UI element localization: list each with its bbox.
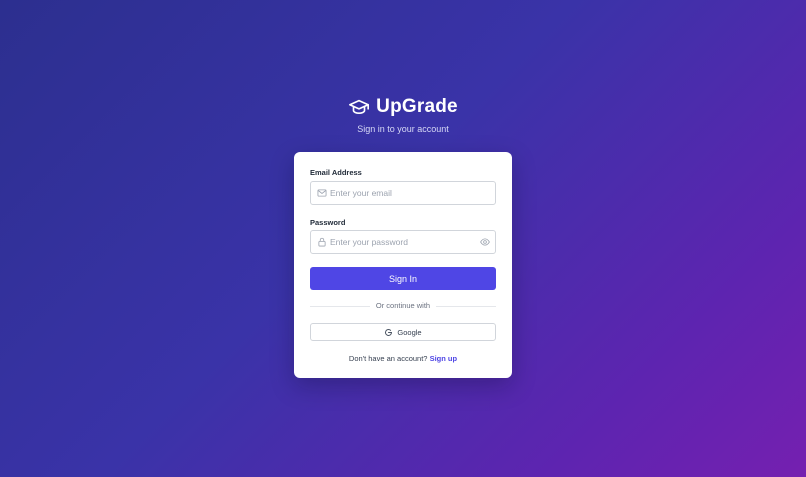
app-name: UpGrade	[376, 96, 458, 117]
sign-in-button[interactable]: Sign In	[310, 267, 496, 290]
divider: Or continue with	[310, 301, 496, 311]
google-icon	[385, 328, 393, 336]
page-subtitle: Sign in to your account	[357, 124, 449, 134]
email-input[interactable]	[330, 182, 480, 204]
google-sign-in-button[interactable]: Google	[310, 323, 496, 341]
login-card: Email Address Password Sign In Or contin…	[294, 152, 512, 378]
sign-up-link[interactable]: Sign up	[430, 354, 458, 363]
email-input-wrapper	[310, 181, 496, 205]
signup-prompt: Don't have an account? Sign up	[294, 354, 512, 363]
signup-prompt-text: Don't have an account?	[348, 354, 428, 363]
brand-header: UpGrade	[0, 96, 806, 118]
eye-icon[interactable]	[480, 237, 490, 247]
email-label: Email Address	[310, 168, 362, 177]
mail-icon	[317, 189, 327, 197]
password-input-wrapper	[310, 230, 496, 254]
graduation-cap-icon	[349, 99, 370, 115]
google-button-label: Google	[397, 327, 422, 337]
password-input[interactable]	[330, 231, 480, 253]
lock-icon	[318, 237, 326, 247]
password-label: Password	[310, 218, 346, 227]
divider-line-right	[436, 306, 496, 307]
